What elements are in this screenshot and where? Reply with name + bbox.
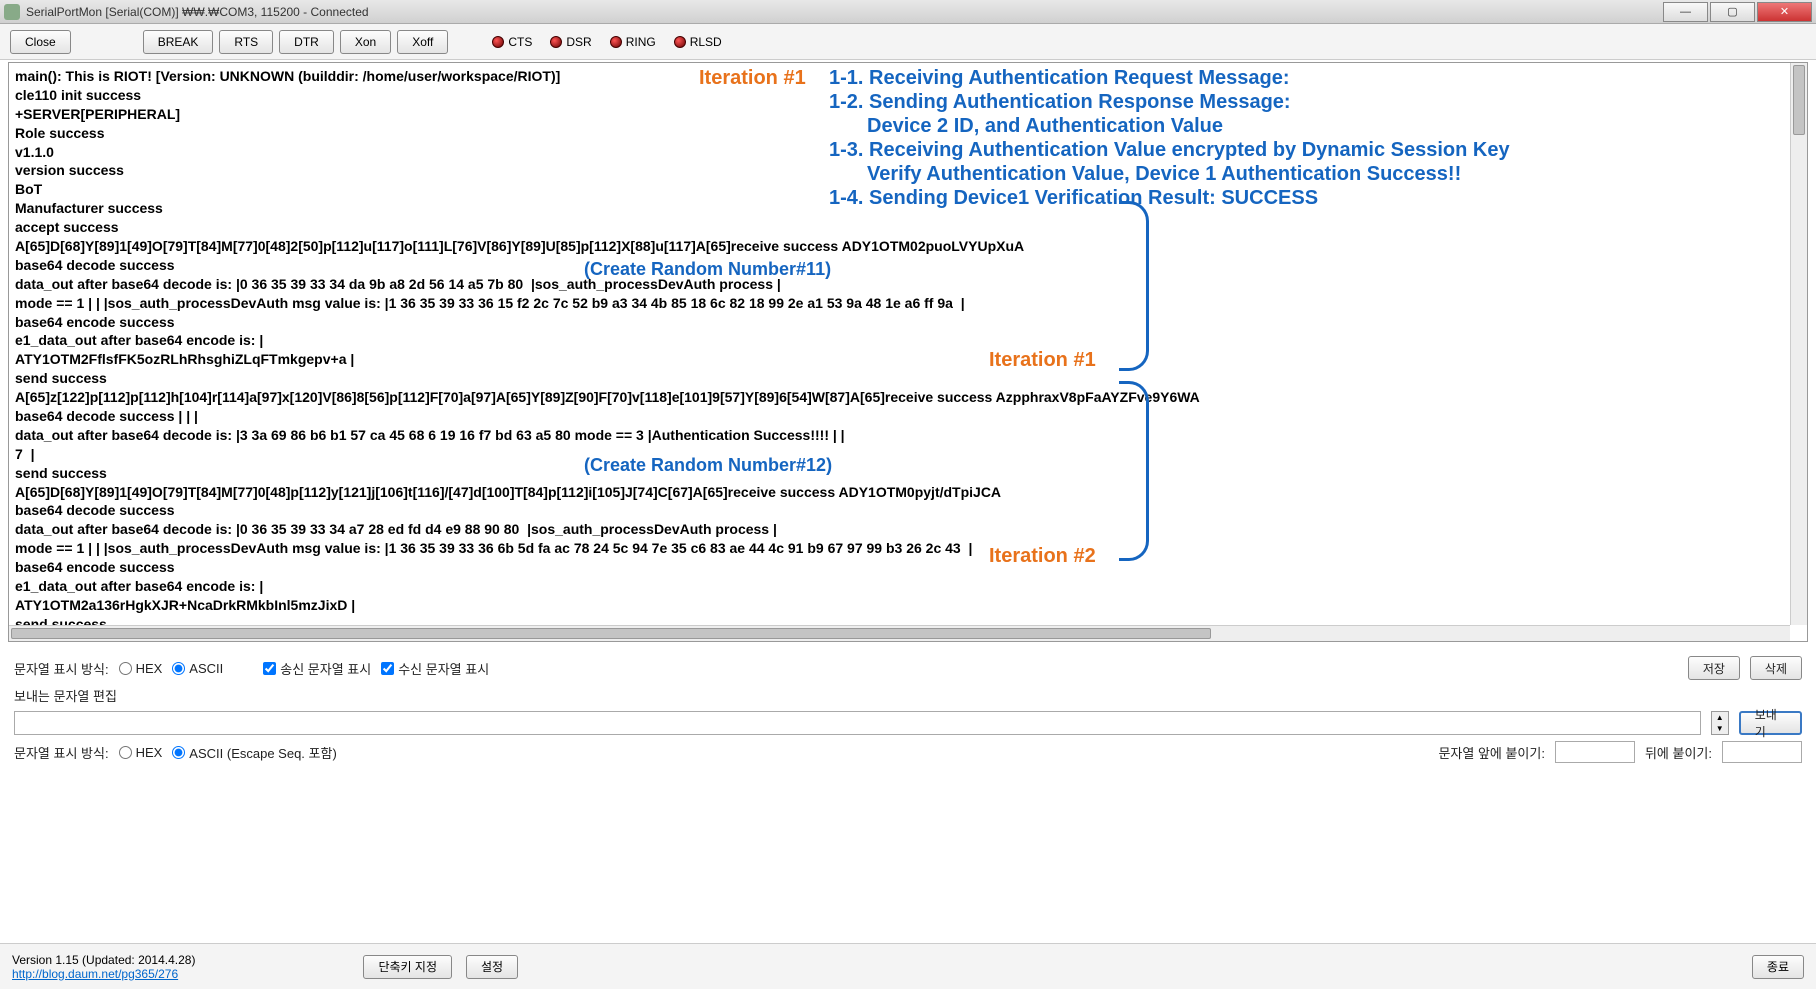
xon-button[interactable]: Xon (340, 30, 391, 54)
led-rlsd: RLSD (674, 35, 722, 49)
minimize-button[interactable]: — (1663, 2, 1708, 22)
console-line: ATY1OTM2FflsfFK5ozRLhRhsghiZLqFTmkgepv+a… (15, 350, 1801, 369)
toolbar: Close BREAK RTS DTR Xon Xoff CTS DSR RIN… (0, 24, 1816, 60)
app-icon (4, 4, 20, 20)
settings-button[interactable]: 설정 (466, 955, 518, 979)
spinner[interactable]: ▲ ▼ (1711, 711, 1729, 735)
scrollbar-thumb[interactable] (11, 628, 1211, 639)
send-input[interactable] (14, 711, 1701, 735)
console-line: 7 | (15, 445, 1801, 464)
radio-hex[interactable]: HEX (119, 661, 163, 676)
spin-down-icon[interactable]: ▼ (1712, 723, 1728, 734)
led-dot-icon (550, 36, 562, 48)
prefix-label: 문자열 앞에 붙이기: (1438, 743, 1545, 762)
console-line: version success (15, 161, 1801, 180)
console-line: v1.1.0 (15, 143, 1801, 162)
console-line: send success (15, 464, 1801, 483)
console-line: accept success (15, 218, 1801, 237)
version-label: Version 1.15 (Updated: 2014.4.28) (12, 953, 195, 967)
console-line: data_out after base64 decode is: |0 36 3… (15, 520, 1801, 539)
display-mode-label: 문자열 표시 방식: (14, 659, 109, 678)
led-dsr: DSR (550, 35, 591, 49)
scrollbar-thumb[interactable] (1793, 65, 1805, 135)
exit-button[interactable]: 종료 (1752, 955, 1804, 979)
console-line: A[65]z[122]p[112]p[112]h[104]r[114]a[97]… (15, 388, 1801, 407)
vertical-scrollbar[interactable] (1790, 63, 1807, 625)
console-area: main(): This is RIOT! [Version: UNKNOWN … (8, 62, 1808, 642)
console-line: send success (15, 369, 1801, 388)
dtr-button[interactable]: DTR (279, 30, 334, 54)
console-line: main(): This is RIOT! [Version: UNKNOWN … (15, 67, 1801, 86)
edit-send-label: 보내는 문자열 편집 (14, 686, 117, 705)
radio-ascii[interactable]: ASCII (172, 661, 223, 676)
rts-button[interactable]: RTS (219, 30, 273, 54)
console-line: base64 encode success (15, 313, 1801, 332)
blog-link[interactable]: http://blog.daum.net/pg365/276 (12, 967, 178, 981)
console-line: +SERVER[PERIPHERAL] (15, 105, 1801, 124)
close-button[interactable]: Close (10, 30, 71, 54)
checkbox-show-rx[interactable]: 수신 문자열 표시 (381, 659, 489, 678)
spin-up-icon[interactable]: ▲ (1712, 712, 1728, 723)
console-line: base64 encode success (15, 558, 1801, 577)
options-panel: 문자열 표시 방식: HEX ASCII 송신 문자열 표시 수신 문자열 표시… (0, 644, 1816, 775)
prefix-input[interactable] (1555, 741, 1635, 763)
send-button[interactable]: 보내기 (1739, 711, 1802, 735)
display-mode-label-2: 문자열 표시 방식: (14, 743, 109, 762)
break-button[interactable]: BREAK (143, 30, 214, 54)
console-line: e1_data_out after base64 encode is: | (15, 331, 1801, 350)
console-line: mode == 1 | | |sos_auth_processDevAuth m… (15, 294, 1801, 313)
console-line: cle110 init success (15, 86, 1801, 105)
led-cts: CTS (492, 35, 532, 49)
console-line: Manufacturer success (15, 199, 1801, 218)
led-dot-icon (610, 36, 622, 48)
console-line: ATY1OTM2a136rHgkXJR+NcaDrkRMkbInl5mzJixD… (15, 596, 1801, 615)
xoff-button[interactable]: Xoff (397, 30, 448, 54)
console-line: base64 decode success | | | (15, 407, 1801, 426)
led-ring: RING (610, 35, 656, 49)
maximize-button[interactable]: ▢ (1710, 2, 1755, 22)
radio-hex-2[interactable]: HEX (119, 745, 163, 760)
shortcut-button[interactable]: 단축키 지정 (363, 955, 452, 979)
console-line: data_out after base64 decode is: |0 36 3… (15, 275, 1801, 294)
save-button[interactable]: 저장 (1688, 656, 1740, 680)
horizontal-scrollbar[interactable] (9, 625, 1790, 641)
checkbox-show-tx[interactable]: 송신 문자열 표시 (263, 659, 371, 678)
console-line: A[65]D[68]Y[89]1[49]O[79]T[84]M[77]0[48]… (15, 483, 1801, 502)
console-line: data_out after base64 decode is: |3 3a 6… (15, 426, 1801, 445)
suffix-input[interactable] (1722, 741, 1802, 763)
console-line: base64 decode success (15, 256, 1801, 275)
console-line: BoT (15, 180, 1801, 199)
console-output[interactable]: main(): This is RIOT! [Version: UNKNOWN … (9, 63, 1807, 641)
console-line: e1_data_out after base64 encode is: | (15, 577, 1801, 596)
suffix-label: 뒤에 붙이기: (1645, 743, 1712, 762)
led-dot-icon (492, 36, 504, 48)
led-dot-icon (674, 36, 686, 48)
window-close-button[interactable]: ✕ (1757, 2, 1812, 22)
console-line: base64 decode success (15, 501, 1801, 520)
window-title: SerialPortMon [Serial(COM)] ₩₩.₩COM3, 11… (26, 5, 1661, 19)
delete-button[interactable]: 삭제 (1750, 656, 1802, 680)
console-line: mode == 1 | | |sos_auth_processDevAuth m… (15, 539, 1801, 558)
console-line: Role success (15, 124, 1801, 143)
console-line: A[65]D[68]Y[89]1[49]O[79]T[84]M[77]0[48]… (15, 237, 1801, 256)
window-titlebar: SerialPortMon [Serial(COM)] ₩₩.₩COM3, 11… (0, 0, 1816, 24)
radio-ascii-esc[interactable]: ASCII (Escape Seq. 포함) (172, 743, 336, 762)
footer: Version 1.15 (Updated: 2014.4.28) http:/… (0, 943, 1816, 989)
